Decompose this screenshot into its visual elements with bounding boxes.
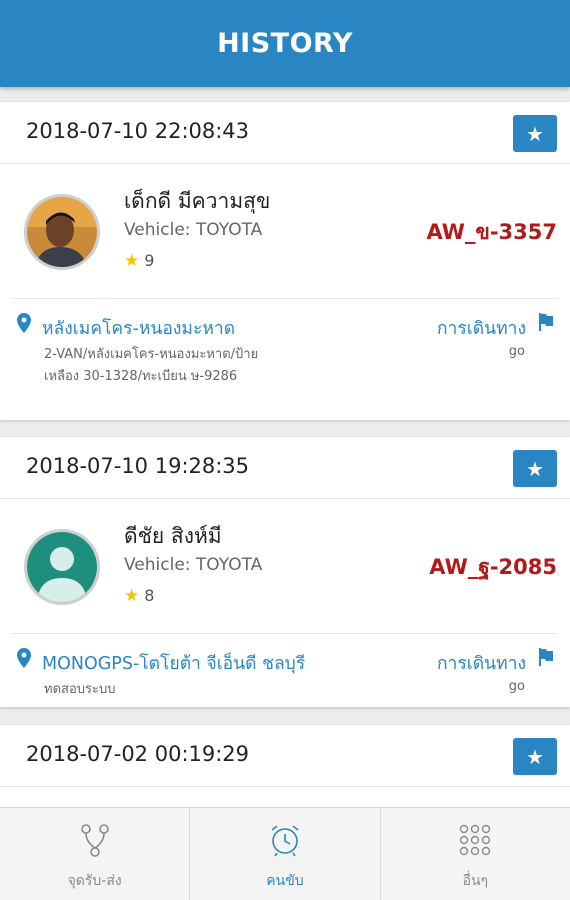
driver-avatar <box>24 529 100 605</box>
vehicle-label: Vehicle: TOYOTA <box>124 220 263 240</box>
star-icon: ★ <box>526 744 544 769</box>
card-header: 2018-07-02 00:19:29 ★ <box>0 725 570 787</box>
license-plate: AW_ข-3357 <box>426 220 558 244</box>
star-icon: ★ <box>526 456 544 481</box>
driver-rating: ★ 8 <box>124 586 154 606</box>
nav-label: จุดรับ-ส่ง <box>67 873 122 889</box>
history-list[interactable]: 2018-07-10 22:08:43 ★ เด็กดี มีความสุข V… <box>0 87 570 807</box>
nav-item-more[interactable]: อื่นๆ <box>379 808 570 900</box>
star-icon: ★ <box>124 251 140 271</box>
star-icon: ★ <box>526 121 544 146</box>
trip-status: go <box>508 679 525 694</box>
driver-name: ดีชัย สิงห์มี <box>124 524 222 548</box>
page-title: HISTORY <box>217 28 353 59</box>
rating-value: 8 <box>144 586 155 605</box>
bottom-nav: จุดรับ-ส่ง คนขับ อื่นๆ <box>0 807 570 900</box>
place-address: 2-VAN/หลังเมคโคร-หนองมะหาด/ป้ายเหลือง 30… <box>44 347 259 384</box>
nav-label: อื่นๆ <box>462 873 489 889</box>
flag-icon[interactable] <box>538 313 554 336</box>
trip-status: go <box>508 344 525 359</box>
history-card[interactable]: 2018-07-10 19:28:35 ★ ดีชัย สิงห์มี Vehi… <box>0 437 570 707</box>
divider <box>12 298 558 299</box>
driver-rating: ★ 9 <box>124 251 154 271</box>
nav-item-driver[interactable]: คนขับ <box>189 808 379 900</box>
driver-avatar <box>24 194 100 270</box>
place-name[interactable]: MONOGPS-โตโยต้า จีเอ็นดี ชลบุรี <box>42 649 305 677</box>
favorite-button[interactable]: ★ <box>513 115 557 152</box>
trip-datetime: 2018-07-02 00:19:29 <box>26 742 250 766</box>
license-plate: AW_ฐ-2085 <box>429 555 557 579</box>
trip-link[interactable]: การเดินทาง <box>437 649 526 677</box>
trip-datetime: 2018-07-10 22:08:43 <box>26 119 250 143</box>
driver-name: เด็กดี มีความสุข <box>124 189 271 213</box>
card-header: 2018-07-10 22:08:43 ★ <box>0 102 570 164</box>
place-address: ทดสอบระบบ <box>44 682 116 697</box>
route-nodes-icon <box>77 822 113 858</box>
flag-icon[interactable] <box>538 648 554 671</box>
vehicle-label: Vehicle: TOYOTA <box>124 555 263 575</box>
history-card[interactable]: 2018-07-10 22:08:43 ★ เด็กดี มีความสุข V… <box>0 102 570 420</box>
grid-dots-icon <box>457 822 493 858</box>
trip-datetime: 2018-07-10 19:28:35 <box>26 454 250 478</box>
history-card[interactable]: 2018-07-02 00:19:29 ★ <box>0 725 570 807</box>
star-icon: ★ <box>124 586 140 606</box>
driver-info: ดีชัย สิงห์มี Vehicle: TOYOTA ★ 8 AW_ฐ-20… <box>0 499 570 633</box>
alarm-clock-icon <box>267 822 303 858</box>
divider <box>12 633 558 634</box>
app-header: HISTORY <box>0 0 570 87</box>
default-user-avatar-icon <box>27 532 97 602</box>
location-pin-icon <box>17 313 31 338</box>
favorite-button[interactable]: ★ <box>513 450 557 487</box>
location-pin-icon <box>17 648 31 673</box>
nav-label: คนขับ <box>266 873 304 889</box>
place-name[interactable]: หลังเมคโคร-หนองมะหาด <box>42 314 235 342</box>
rating-value: 9 <box>144 251 155 270</box>
favorite-button[interactable]: ★ <box>513 738 557 775</box>
driver-info: เด็กดี มีความสุข Vehicle: TOYOTA ★ 9 AW_ข… <box>0 164 570 298</box>
card-header: 2018-07-10 19:28:35 ★ <box>0 437 570 499</box>
photo-avatar-icon <box>27 197 97 267</box>
trip-link[interactable]: การเดินทาง <box>437 314 526 342</box>
nav-item-pickup-dropoff[interactable]: จุดรับ-ส่ง <box>0 808 189 900</box>
